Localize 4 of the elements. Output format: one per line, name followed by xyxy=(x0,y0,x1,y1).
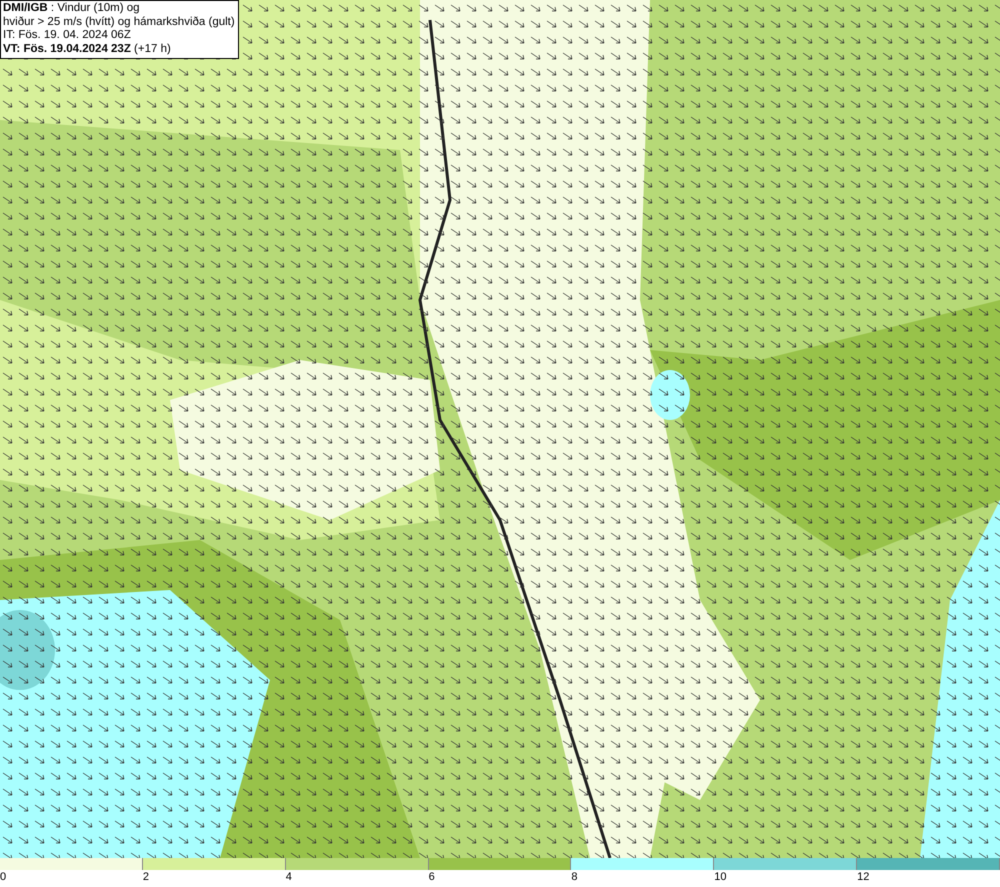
title-line: IT: Fös. 19. 04. 2024 06Z xyxy=(3,29,132,42)
title-line: hviður > 25 m/s (hvítt) og hámarkshviða (gult) xyxy=(3,16,235,29)
title-line: VT: Fös. 19.04.2024 23Z (+17 h) xyxy=(3,42,172,56)
title-line: DMI/IGB : Vindur (10m) og xyxy=(3,2,141,16)
